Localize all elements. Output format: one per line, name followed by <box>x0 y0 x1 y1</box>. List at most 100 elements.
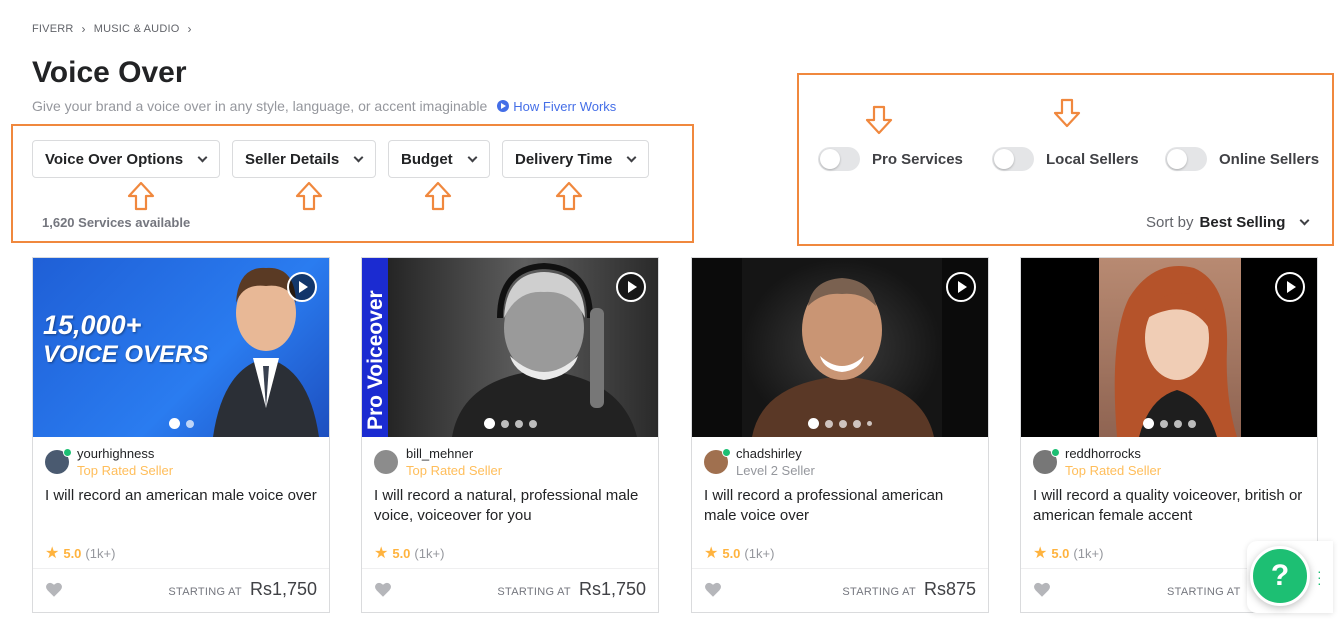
gig-thumbnail[interactable] <box>692 258 988 437</box>
rating-count: (1k+) <box>85 545 116 561</box>
gig-thumbnail[interactable]: 15,000+ VOICE OVERS <box>33 258 329 437</box>
heart-icon[interactable] <box>45 581 63 599</box>
carousel-dots <box>1021 418 1317 429</box>
sort-by-dropdown[interactable]: Sort by Best Selling <box>1146 214 1310 231</box>
help-icon[interactable]: ? <box>1250 546 1310 606</box>
heart-icon[interactable] <box>1033 581 1051 599</box>
gig-card[interactable]: 15,000+ VOICE OVERS yourhighness Top Rat… <box>32 257 330 613</box>
play-icon[interactable] <box>287 272 317 302</box>
avatar[interactable] <box>1033 448 1060 474</box>
gig-title[interactable]: I will record a quality voiceover, briti… <box>1033 486 1308 526</box>
local-sellers-toggle[interactable] <box>992 147 1034 171</box>
card-footer: STARTING AT Rs875 <box>692 568 988 612</box>
heart-icon[interactable] <box>374 581 392 599</box>
avatar[interactable] <box>374 450 398 474</box>
gig-title[interactable]: I will record a natural, professional ma… <box>374 486 649 526</box>
gig-card[interactable]: chadshirley Level 2 Seller I will record… <box>691 257 989 613</box>
rating-score: 5.0 <box>63 545 82 561</box>
sort-by-label: Sort by <box>1146 214 1194 231</box>
gig-thumbnail[interactable] <box>1021 258 1317 437</box>
seller-name[interactable]: bill_mehner <box>406 446 502 462</box>
page-title: Voice Over <box>32 56 187 89</box>
chevron-right-icon: › <box>187 22 192 36</box>
seller-name[interactable]: chadshirley <box>736 446 815 462</box>
starting-price: STARTING AT Rs1,750 <box>497 579 646 600</box>
pro-services-toggle[interactable] <box>818 147 860 171</box>
pro-services-toggle-row: Pro Services <box>818 147 963 171</box>
local-sellers-toggle-row: Local Sellers <box>992 147 1139 171</box>
carousel-dot[interactable] <box>168 418 180 429</box>
pro-services-label: Pro Services <box>872 150 963 168</box>
rating-count: (1k+) <box>1073 545 1104 561</box>
gig-card[interactable]: Pro Voiceover bill_mehner Top Rated Sell… <box>361 257 659 613</box>
play-icon[interactable] <box>946 272 976 302</box>
carousel-dot[interactable] <box>853 419 861 428</box>
kebab-icon[interactable]: · · · <box>1317 564 1322 590</box>
carousel-dot[interactable] <box>1142 418 1154 429</box>
voice-over-options-label: Voice Over Options <box>45 150 184 168</box>
arrow-down-icon <box>1053 98 1081 128</box>
seller-details-label: Seller Details <box>245 150 340 168</box>
carousel-dot[interactable] <box>1159 419 1168 428</box>
thumbnail-headline: 15,000+ VOICE OVERS <box>43 310 208 370</box>
rating: ★ 5.0 (1k+) <box>374 543 444 563</box>
arrow-up-icon <box>424 181 452 211</box>
gig-title[interactable]: I will record an american male voice ove… <box>45 486 320 506</box>
card-footer: STARTING AT Rs1,750 <box>362 568 658 612</box>
carousel-dot[interactable] <box>825 419 833 428</box>
local-sellers-label: Local Sellers <box>1046 150 1139 168</box>
breadcrumb-music-audio[interactable]: MUSIC & AUDIO <box>94 23 180 35</box>
breadcrumb-fiverr[interactable]: FIVERR <box>32 23 74 35</box>
card-footer: STARTING AT Rs1,750 <box>33 568 329 612</box>
carousel-dot[interactable] <box>500 419 509 428</box>
carousel-dot[interactable] <box>839 419 847 428</box>
carousel-dot[interactable] <box>483 418 495 429</box>
carousel-dot[interactable] <box>1173 419 1182 428</box>
avatar[interactable] <box>45 448 72 474</box>
gig-title[interactable]: I will record a professional american ma… <box>704 486 979 526</box>
carousel-dot[interactable] <box>528 419 537 428</box>
rating-count: (1k+) <box>414 545 445 561</box>
budget-dropdown[interactable]: Budget <box>388 140 490 178</box>
seller-level: Top Rated Seller <box>406 463 503 478</box>
rating: ★ 5.0 (1k+) <box>45 543 115 563</box>
seller-name[interactable]: reddhorrocks <box>1065 446 1161 462</box>
online-indicator <box>1051 448 1060 457</box>
carousel-dot[interactable] <box>867 421 872 426</box>
star-icon: ★ <box>45 545 60 562</box>
arrow-up-icon <box>127 181 155 211</box>
thumbnail-text-2: VOICE OVERS <box>43 341 209 368</box>
arrow-down-icon <box>865 105 893 135</box>
price: Rs875 <box>923 579 976 599</box>
heart-icon[interactable] <box>704 581 722 599</box>
play-icon[interactable] <box>616 272 646 302</box>
budget-label: Budget <box>401 150 453 168</box>
seller-name[interactable]: yourhighness <box>77 446 173 462</box>
price: Rs1,750 <box>578 579 646 599</box>
carousel-dot[interactable] <box>185 419 194 428</box>
how-fiverr-works-link[interactable]: How Fiverr Works <box>497 99 616 114</box>
carousel-dot[interactable] <box>808 418 819 429</box>
seller-info: chadshirley Level 2 Seller <box>704 446 815 480</box>
seller-level: Level 2 Seller <box>736 463 815 478</box>
carousel-dot[interactable] <box>1187 419 1196 428</box>
starting-at-label: STARTING AT <box>168 586 242 598</box>
voice-over-options-dropdown[interactable]: Voice Over Options <box>32 140 220 178</box>
seller-info: bill_mehner Top Rated Seller <box>374 446 502 480</box>
rating: ★ 5.0 (1k+) <box>1033 543 1103 563</box>
play-circle-icon <box>497 100 510 112</box>
star-icon: ★ <box>1033 545 1048 562</box>
thumbnail-text-1: 15,000+ <box>43 310 142 340</box>
delivery-time-dropdown[interactable]: Delivery Time <box>502 140 649 178</box>
online-sellers-toggle[interactable] <box>1165 147 1207 171</box>
online-sellers-label: Online Sellers <box>1219 150 1320 168</box>
chevron-down-icon <box>467 152 478 162</box>
carousel-dot[interactable] <box>514 419 523 428</box>
gig-thumbnail[interactable]: Pro Voiceover <box>362 258 658 437</box>
avatar[interactable] <box>704 448 731 474</box>
play-icon[interactable] <box>1275 272 1305 302</box>
rating-score: 5.0 <box>722 545 741 561</box>
rating-score: 5.0 <box>392 545 411 561</box>
carousel-dots <box>692 418 988 429</box>
seller-details-dropdown[interactable]: Seller Details <box>232 140 376 178</box>
